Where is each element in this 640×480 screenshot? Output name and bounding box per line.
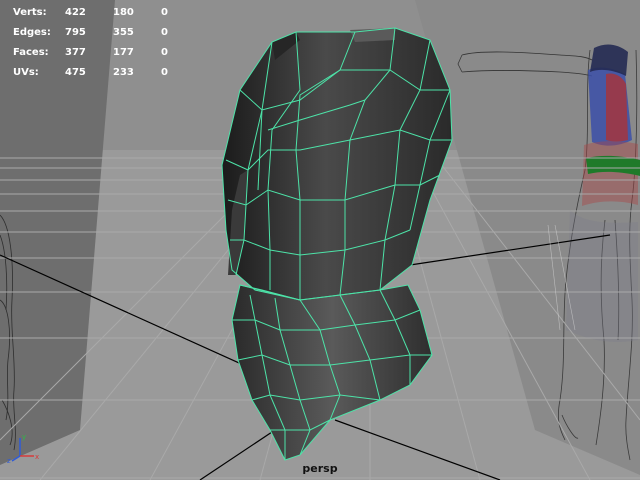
hud-value: 0 (161, 67, 168, 78)
hud-row-edges: Edges: 795 355 0 (13, 23, 191, 43)
hud-label: Faces: (13, 47, 49, 58)
hud-label: UVs: (13, 67, 39, 78)
hud-label: Verts: (13, 7, 47, 18)
hud-value: 177 (113, 47, 134, 58)
hud-value: 355 (113, 27, 134, 38)
camera-name-label: persp (302, 462, 338, 475)
hud-row-uvs: UVs: 475 233 0 (13, 63, 191, 83)
hud-value: 233 (113, 67, 134, 78)
hud-row-faces: Faces: 377 177 0 (13, 43, 191, 63)
sketch-trousers (566, 210, 638, 342)
hud-value: 377 (65, 47, 86, 58)
axis-gizmo-icon: y x z (7, 433, 39, 464)
hud-value: 422 (65, 7, 86, 18)
hud-value: 475 (65, 67, 86, 78)
hud-value: 0 (161, 7, 168, 18)
axis-z-line (11, 455, 21, 462)
axis-x-label: x (35, 453, 39, 461)
hud-row-verts: Verts: 422 180 0 (13, 3, 191, 23)
sketch-shirt-red (606, 73, 628, 142)
axis-y-label: y (22, 433, 26, 441)
hud-label: Edges: (13, 27, 51, 38)
hud-value: 0 (161, 27, 168, 38)
heads-up-display: Verts: 422 180 0 Edges: 795 355 0 Faces:… (13, 3, 191, 83)
hud-value: 795 (65, 27, 86, 38)
hud-value: 0 (161, 47, 168, 58)
hud-value: 180 (113, 7, 134, 18)
